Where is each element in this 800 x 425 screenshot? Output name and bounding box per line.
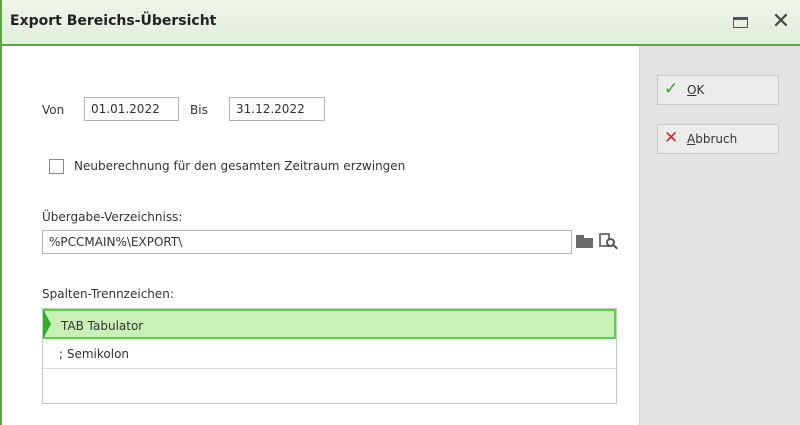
selected-row-marker <box>43 309 51 339</box>
separator-label: Spalten-Trennzeichen: <box>42 287 174 301</box>
recalc-checkbox[interactable] <box>49 159 64 174</box>
folder-icon[interactable] <box>576 235 593 248</box>
x-icon: ✕ <box>664 128 679 148</box>
dialog-title: Export Bereichs-Übersicht <box>10 13 217 29</box>
von-label: Von <box>42 103 65 117</box>
recalc-label: Neuberechnung für den gesamten Zeitraum … <box>74 159 406 173</box>
cancel-button[interactable]: ✕ Abbruch <box>657 124 779 154</box>
bis-label: Bis <box>190 103 208 117</box>
maximize-icon <box>733 17 748 28</box>
browse-search-icon[interactable] <box>599 233 618 250</box>
separator-option-label: TAB Tabulator <box>61 319 144 333</box>
bis-date-input[interactable] <box>229 97 325 121</box>
ok-button[interactable]: ✓ OK <box>657 75 779 105</box>
von-date-input[interactable] <box>84 97 179 121</box>
ok-label: OK <box>687 83 705 97</box>
title-bar: Export Bereichs-Übersicht ✕ <box>2 0 800 46</box>
maximize-button[interactable] <box>728 10 754 36</box>
separator-option-semicolon[interactable]: ; Semikolon <box>43 339 616 369</box>
cancel-label: Abbruch <box>687 132 738 146</box>
separator-option-tab[interactable]: TAB Tabulator <box>43 309 616 339</box>
separator-option-empty[interactable] <box>43 369 616 399</box>
button-panel: ✓ OK ✕ Abbruch <box>639 46 800 425</box>
close-button[interactable]: ✕ <box>768 10 794 36</box>
directory-label: Übergabe-Verzeichniss: <box>42 210 183 224</box>
export-dialog: Export Bereichs-Übersicht ✕ Von Bis Neub… <box>0 0 800 425</box>
separator-option-label: ; Semikolon <box>59 347 130 361</box>
separator-list: TAB Tabulator ; Semikolon <box>42 308 617 404</box>
checkmark-icon: ✓ <box>664 79 679 99</box>
directory-input[interactable] <box>42 230 572 254</box>
close-icon: ✕ <box>771 9 791 34</box>
